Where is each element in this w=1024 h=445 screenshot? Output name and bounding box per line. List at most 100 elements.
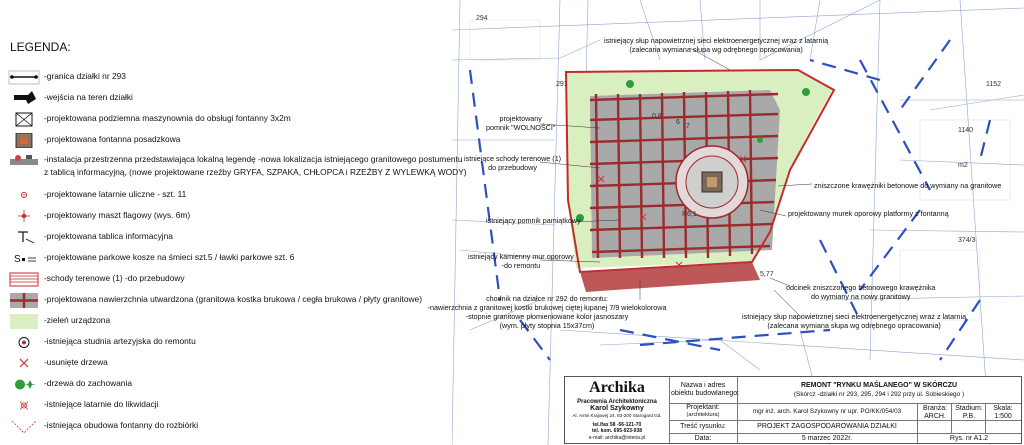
branch-label: Branża: [922,405,948,412]
legend-row-boundary: -granica działki nr 293 [8,69,452,87]
legend-label: -projektowana podziemna maszynownia do o… [44,113,291,123]
object-name-label-2: obiektu budowlanego: [671,390,740,397]
designer-value: mgr inż. arch. Karol Szykowny nr upr. PO… [752,408,902,415]
legend-label: -projektowane latarnie uliczne - szt. 11 [44,189,187,199]
object-name-label: Nazwa i adres [680,382,726,389]
legend-row-entrance: -wejścia na teren działki [8,90,452,108]
annotation-line: do przebudowy [488,163,537,172]
legend-label: -wejścia na teren działki [44,92,133,102]
dim-0-8: 0,8 [652,113,662,120]
annotation-monument: projektowany pomnik "WOLNOŚCI" [486,114,555,132]
map-label-294: 294 [476,15,488,22]
annotation-line: istniejący słup napowietrznej sieci elek… [742,312,967,321]
legend-label: -granica działki nr 293 [44,71,126,81]
title-block: Archika Pracownia Architektoniczna Karol… [564,376,1022,444]
map-label-291: 291 [556,81,568,88]
removed-tree-icon [19,358,29,368]
dim-5-77: 5,77 [760,271,774,278]
designer-label-2: (architektura) [686,412,720,418]
annotation-line: -nawierzchnia z granitowej kostki brukow… [427,303,667,312]
annotation-wall: istniejący kamienny mur oporowy -do remon… [468,252,574,270]
sheet-number: Rys. nr A1.2 [949,435,989,442]
annotation-line: istniejące schody terenowe (1) [464,154,562,163]
annotation-line: istniejący kamienny mur oporowy [468,252,574,261]
flagpole-icon [18,210,30,222]
fountain-platform [675,145,749,219]
legend-label: -schody terenowe (1) -do przebudowy [44,273,185,283]
legend-row-steps: -schody terenowe (1) -do przebudowy [8,271,452,289]
annotation-line: (zalecana wymiana słupa wg odrębnego opr… [629,45,803,54]
legend-label: -projektowane parkowe kosze na śmieci sz… [44,252,295,262]
annotation-retaining-wall: projektowany murek oporowy platformy z f… [788,209,949,218]
dim-7: 7 [686,123,690,130]
company-logo: Archika [589,379,645,396]
legend-label: -projektowany maszt flagowy (wys. 6m) [44,210,191,220]
legend-label: -istniejąca studnia artezyjska do remont… [44,336,196,346]
drawing-label: Treść rysunku: [680,423,726,430]
legend-row-machine-room: -projektowana podziemna maszynownia do o… [8,111,452,129]
annotation-line: pomnik "WOLNOŚCI" [486,123,556,132]
info-board-icon [18,231,35,244]
date-value: 5 marzec 2022r. [801,435,853,442]
old-fountain-icon [11,420,37,434]
annotation-line: do wymiany na nowy granitowy [810,292,911,301]
annotation-line: -stopnie granitowe płomieniowane kolor j… [465,312,629,321]
svg-text:S: S [14,254,21,265]
map-label-m2: m2 [958,162,968,169]
stage-value: P.B. [962,413,976,420]
annotation-stairs: istniejące schody terenowe (1) do przebud… [464,154,561,172]
company-email: e-mail: archika@interia.pl [588,435,646,441]
legend-row-info-board: -projektowana tablica informacyjna [8,229,452,247]
legend-panel: LEGENDA: -granica działki nr 293 -wejści… [0,34,467,445]
well-icon [18,337,30,348]
legend-row-removed-tree: -usunięte drzewa [8,355,452,373]
legend-row-kept-tree: -drzewa do zachowania [8,376,452,394]
legend-row-installation-cont: z tablicą informacyjną, (nowe projektowa… [8,165,467,183]
legend-row-fountain: -projektowana fontanna posadzkowa [8,132,452,150]
legend-row-bench: S -projektowane parkowe kosze na śmieci … [8,250,452,268]
legend-row-old-fountain: -istniejąca obudowa fontanny do rozbiórk… [8,418,452,436]
parcel-boundary-icon [8,70,40,85]
legend-label: -projektowana fontanna posadzkowa [44,134,181,144]
annotation-line: zniszczone krawężniki betonowe do wymian… [814,181,1002,190]
annotation-line: odcinek zniszczonego betonowego krawężni… [786,283,936,292]
annotation-line: (wym. płyty stopnia 15x37cm) [499,321,595,330]
annotation-line: istniejący pomnik pamiątkowy [486,216,581,225]
annotation-curb: zniszczone krawężniki betonowe do wymian… [814,181,1001,190]
entrance-arrow-icon [14,91,36,104]
date-label: Data: [694,435,712,442]
legend-label: -drzewa do zachowania [44,378,132,388]
old-lamp-icon [19,401,29,410]
annotation-line: -do remontu [501,261,541,270]
company-address: Al. Armii Krajowej 24, 83-200 Starogard … [572,413,662,418]
greenery-icon [10,314,38,329]
annotation-curb-segment: odcinek zniszczonego betonowego krawężni… [786,283,935,301]
street-lamp-icon [21,192,27,198]
annotation-line: istniejący słup napowietrznej sieci elek… [604,36,829,45]
object-name-value-2: (Skórcz -działki nr 293, 295, 294 i 292 … [793,391,965,398]
legend-row-greenery: -zieleń urządzona [8,313,452,331]
dim-r61: R6,1 [682,211,697,218]
legend-label: -istniejące latarnie do likwidacji [44,399,159,409]
stage-label: Stadium: [955,405,983,412]
legend-label: -projektowana nawierzchnia utwardzona (g… [44,294,422,304]
map-label-374: 374/3 [958,237,976,244]
legend-row-flagpole: -projektowany maszt flagowy (wys. 6m) [8,208,452,226]
legend-row-well: -istniejąca studnia artezyjska do remont… [8,334,452,352]
legend-row-paving: -projektowana nawierzchnia utwardzona (g… [8,292,452,310]
annotation-sidewalk: chodnik na działce nr 292 do remontu: -na… [412,294,682,330]
map-label-1140: 1140 [958,127,973,134]
legend-label: -projektowana tablica informacyjna [44,231,173,241]
branch-value: ARCH. [924,413,946,420]
legend-row-old-lamp: -istniejące latarnie do likwidacji [8,397,452,415]
legend-label: -usunięte drzewa [44,357,108,367]
legend-label: -zieleń urządzona [44,315,111,325]
legend-row-street-lamp: -projektowane latarnie uliczne - szt. 11 [8,187,452,205]
fountain-icon [15,133,33,148]
dim-6: 6 [676,119,680,126]
scale-label: Skala: [993,405,1013,412]
bench-icon: S [14,254,36,265]
annotation-line: projektowany [499,114,542,123]
legend-label: z tablicą informacyjną, (nowe projektowa… [44,167,467,177]
annotation-memorial: istniejący pomnik pamiątkowy [486,216,581,225]
